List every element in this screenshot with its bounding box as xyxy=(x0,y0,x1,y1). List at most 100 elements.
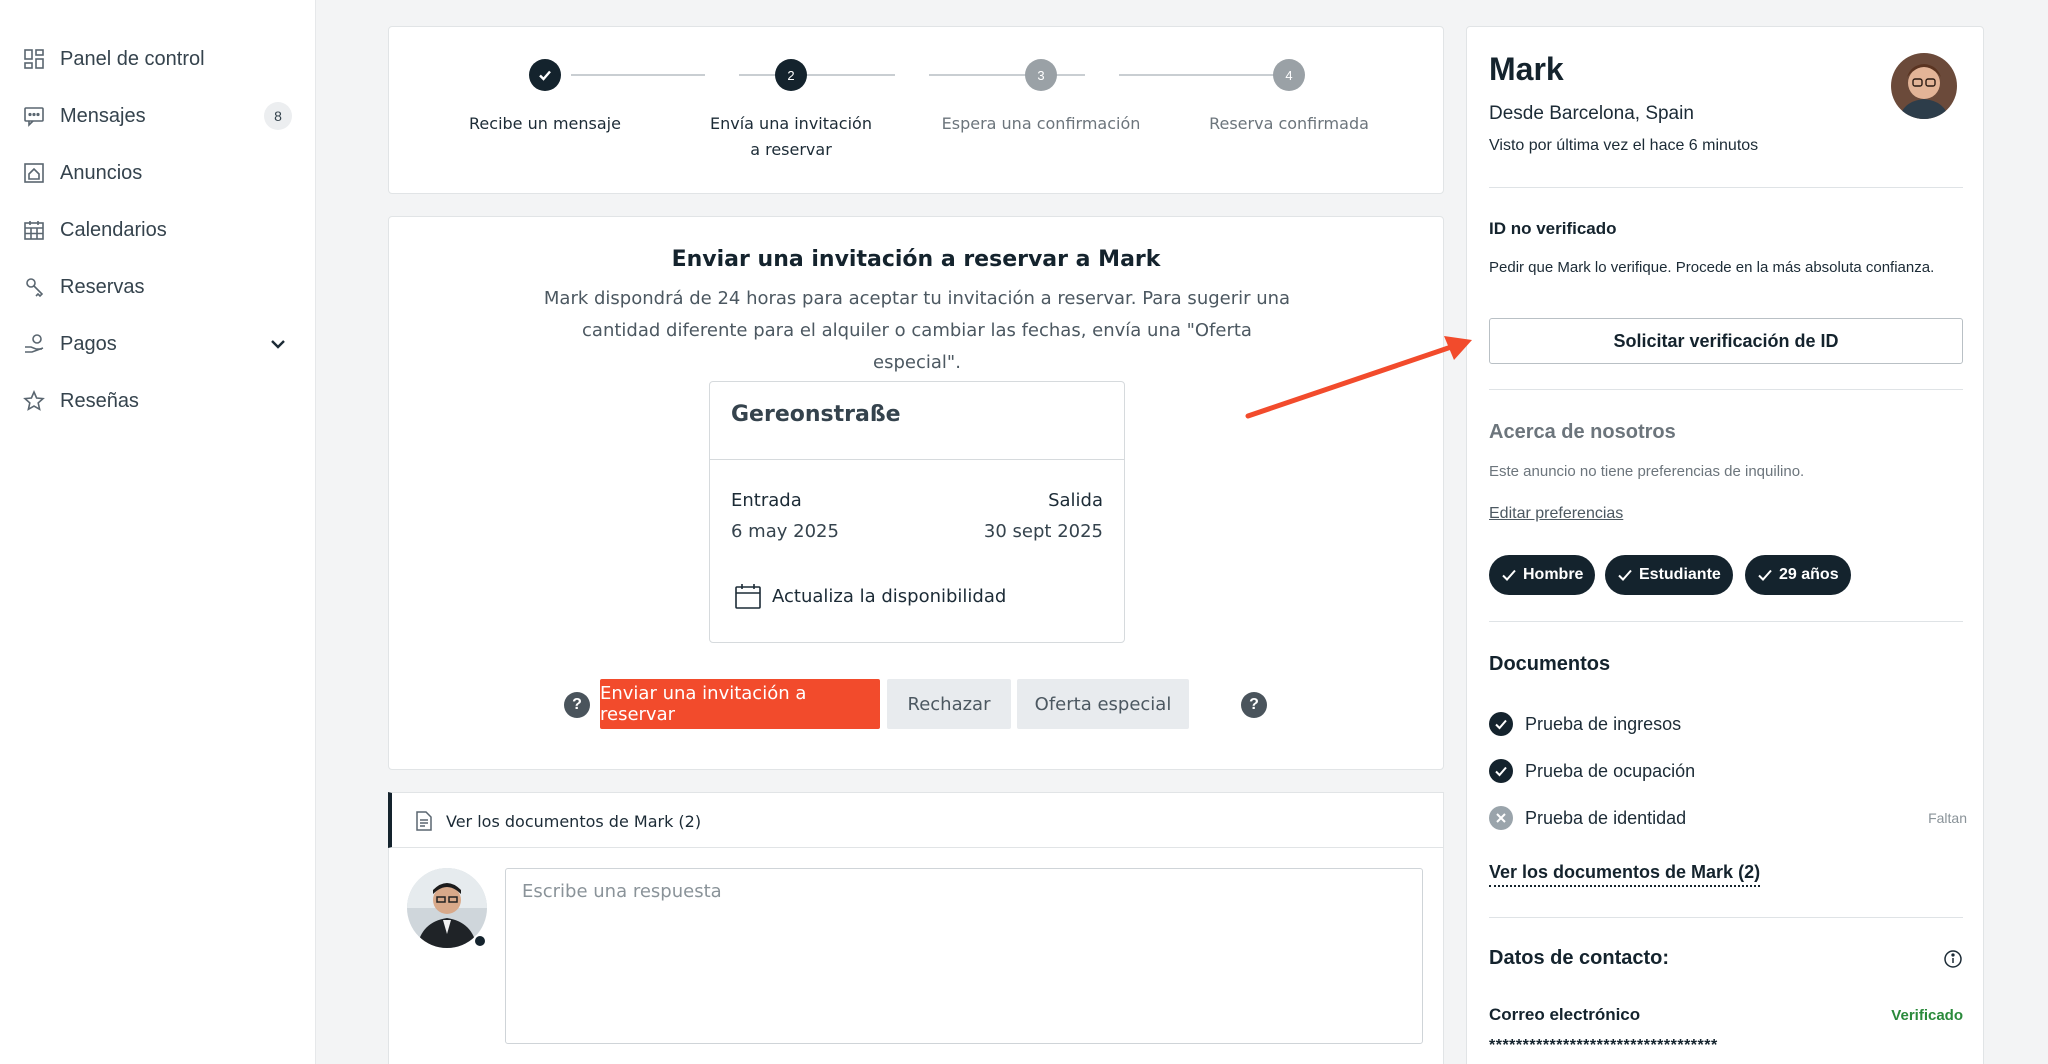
step-4-circle: 4 xyxy=(1273,59,1305,91)
invitation-title: Enviar una invitación a reservar a Mark xyxy=(671,247,1161,272)
sidebar-item-label: Calendarios xyxy=(60,218,167,241)
documents-bar[interactable]: Ver los documentos de Mark (2) xyxy=(388,792,1444,848)
divider xyxy=(1489,389,1963,390)
document-row: Prueba de ocupación xyxy=(1489,756,1967,786)
sidebar-item-panel-de-control[interactable]: Panel de control xyxy=(22,39,294,79)
step-1-label: Recibe un mensaje xyxy=(469,114,621,133)
email-label: Correo electrónico xyxy=(1489,1005,1641,1024)
checkin-date: 6 may 2025 xyxy=(731,521,839,542)
documents-title: Documentos xyxy=(1489,653,1611,675)
chip-label: 29 años xyxy=(1779,566,1839,583)
checkout-label: Salida xyxy=(1048,490,1103,511)
check-circle-icon xyxy=(1489,712,1513,736)
chip-occupation: Estudiante xyxy=(1605,555,1733,595)
invitation-description: Mark dispondrá de 24 horas para aceptar … xyxy=(543,288,1291,373)
step-connector xyxy=(571,74,705,76)
step-1-check-icon xyxy=(529,59,561,91)
divider xyxy=(1489,187,1963,188)
sidebar: Panel de control Mensajes 8 Anuncios Cal… xyxy=(0,0,316,1064)
guest-location: Desde Barcelona, Spain xyxy=(1489,103,1694,124)
view-documents-link[interactable]: Ver los documentos de Mark (2) xyxy=(414,793,701,849)
sidebar-item-label: Panel de control xyxy=(60,47,205,70)
dashboard-icon xyxy=(22,47,46,71)
online-status-dot xyxy=(473,934,487,948)
guest-avatar xyxy=(1891,53,1957,119)
step-connector xyxy=(1119,74,1275,76)
listing-summary: Gereonstraße Entrada 6 may 2025 Salida 3… xyxy=(709,381,1125,643)
contact-title: Datos de contacto: xyxy=(1489,947,1670,969)
id-status-text: Pedir que Mark lo verifique. Procede en … xyxy=(1489,259,1935,276)
reply-input[interactable] xyxy=(505,868,1423,1044)
info-icon[interactable] xyxy=(1943,949,1963,969)
document-icon xyxy=(416,811,432,831)
edit-preferences-link[interactable]: Editar preferencias xyxy=(1489,505,1623,523)
update-availability-label: Actualiza la disponibilidad xyxy=(772,585,1007,607)
listing-name: Gereonstraße xyxy=(731,402,901,427)
reply-section xyxy=(388,848,1444,1064)
invitation-card: Enviar una invitación a reservar a Mark … xyxy=(388,216,1444,770)
view-documents-label: Ver los documentos de Mark (2) xyxy=(446,811,702,831)
annotation-arrow-icon xyxy=(1245,336,1472,419)
sidebar-item-label: Anuncios xyxy=(60,161,143,184)
special-offer-button[interactable]: Oferta especial xyxy=(1017,679,1189,729)
step-4-label: Reserva confirmada xyxy=(1209,114,1369,133)
email-verified-status: Verificado xyxy=(1891,1007,1963,1024)
calendar-icon xyxy=(22,218,46,242)
sidebar-item-label: Mensajes xyxy=(60,104,146,127)
check-icon xyxy=(1502,569,1516,581)
help-icon[interactable]: ? xyxy=(564,692,590,718)
check-icon xyxy=(1618,569,1632,581)
send-invitation-button[interactable]: Enviar una invitación a reservar xyxy=(600,679,880,729)
email-value: ********************************** xyxy=(1489,1037,1718,1054)
x-circle-icon xyxy=(1489,806,1513,830)
booking-stepper: 2 3 4 Recibe un mensaje Envía una invita… xyxy=(388,26,1444,194)
help-icon[interactable]: ? xyxy=(1241,692,1267,718)
check-circle-icon xyxy=(1489,759,1513,783)
reject-button[interactable]: Rechazar xyxy=(887,679,1011,729)
sidebar-item-calendarios[interactable]: Calendarios xyxy=(22,210,294,250)
messages-count-badge: 8 xyxy=(264,102,292,130)
booking-icon xyxy=(22,275,46,299)
document-label: Prueba de ingresos xyxy=(1525,713,1682,734)
invitation-actions: ? Enviar una invitación a reservar Recha… xyxy=(389,679,1443,729)
document-row: Prueba de ingresos xyxy=(1489,709,1967,739)
sidebar-item-anuncios[interactable]: Anuncios xyxy=(22,153,294,193)
view-documents-link[interactable]: Ver los documentos de Mark (2) xyxy=(1489,862,1761,887)
step-connector xyxy=(739,74,895,76)
about-text: Este anuncio no tiene preferencias de in… xyxy=(1489,463,1805,480)
document-label: Prueba de ocupación xyxy=(1525,760,1696,781)
checkout-date: 30 sept 2025 xyxy=(983,521,1103,542)
sidebar-item-label: Pagos xyxy=(60,332,117,355)
chip-label: Hombre xyxy=(1523,566,1584,583)
sidebar-item-label: Reseñas xyxy=(60,389,139,412)
sidebar-item-pagos[interactable]: Pagos xyxy=(22,324,294,364)
payment-icon xyxy=(22,332,46,356)
guest-profile-card: Mark Desde Barcelona, Spain Visto por úl… xyxy=(1466,26,1984,1064)
check-icon xyxy=(1758,569,1772,581)
calendar-icon xyxy=(735,584,761,609)
divider xyxy=(710,459,1124,460)
step-2-circle: 2 xyxy=(775,59,807,91)
step-connector xyxy=(929,74,1085,76)
guest-name: Mark xyxy=(1489,51,1564,87)
star-icon xyxy=(22,389,46,413)
step-3-circle: 3 xyxy=(1025,59,1057,91)
update-availability-link[interactable]: Actualiza la disponibilidad xyxy=(734,582,1006,610)
chip-label: Estudiante xyxy=(1639,566,1721,583)
id-status-title: ID no verificado xyxy=(1489,219,1617,238)
checkin-label: Entrada xyxy=(731,490,802,511)
chevron-down-icon[interactable] xyxy=(268,334,288,354)
message-icon xyxy=(22,104,46,128)
sidebar-item-mensajes[interactable]: Mensajes 8 xyxy=(22,96,294,136)
sidebar-item-resenas[interactable]: Reseñas xyxy=(22,381,294,421)
chip-age: 29 años xyxy=(1745,555,1851,595)
step-3-label: Espera una confirmación xyxy=(941,114,1141,133)
document-status: Faltan xyxy=(1928,810,1967,826)
listing-icon xyxy=(22,161,46,185)
document-label: Prueba de identidad xyxy=(1525,807,1687,828)
sidebar-item-reservas[interactable]: Reservas xyxy=(22,267,294,307)
divider xyxy=(1489,917,1963,918)
sidebar-item-label: Reservas xyxy=(60,275,145,298)
request-id-verification-button[interactable]: Solicitar verificación de ID xyxy=(1489,318,1963,364)
guest-last-seen: Visto por última vez el hace 6 minutos xyxy=(1489,137,1759,154)
